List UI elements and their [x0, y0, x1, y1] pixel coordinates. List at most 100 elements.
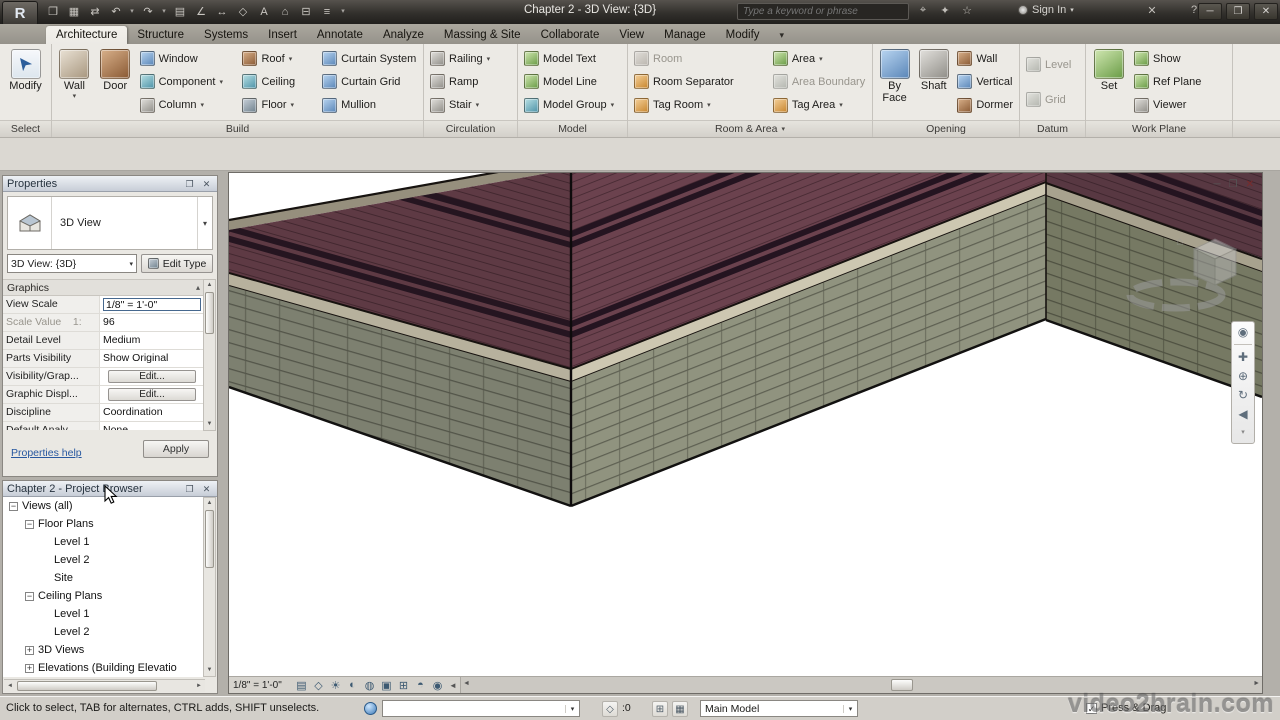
door-button[interactable]: Door	[96, 46, 135, 118]
exclude-options-icon[interactable]: ◇	[602, 701, 618, 717]
worksets-icon[interactable]	[364, 702, 377, 715]
prop-row-visibility-graphics[interactable]: Visibility/Grap... Edit...	[3, 368, 204, 386]
browser-close-icon[interactable]: ✕	[200, 483, 213, 495]
sun-path-icon[interactable]: ☀	[327, 679, 344, 692]
navbar-expand-icon[interactable]: ▾	[1241, 426, 1245, 440]
tab-view[interactable]: View	[609, 26, 654, 44]
tab-collaborate[interactable]: Collaborate	[531, 26, 610, 44]
column-dropdown-icon[interactable]: ▾	[201, 101, 205, 109]
grid-button[interactable]: Grid	[1023, 89, 1082, 111]
prop-row-detail-level[interactable]: Detail Level Medium	[3, 332, 204, 350]
view-restore-icon[interactable]: ❐	[1229, 179, 1238, 190]
aligned-dimension-icon[interactable]: ↔	[213, 3, 231, 21]
orbit-icon[interactable]: ↻	[1238, 388, 1248, 402]
dormer-button[interactable]: Dormer	[954, 94, 1016, 116]
tab-manage[interactable]: Manage	[654, 26, 716, 44]
tree-item-ceiling-level-2[interactable]: Level 2	[3, 623, 204, 641]
expander-icon[interactable]	[25, 591, 34, 601]
view-minimize-icon[interactable]: ─	[1214, 179, 1221, 190]
model-canvas[interactable]: ─ ❐ ✕ ⌂ ◉ ✚ ⊕ ↻ ◀ ▾	[229, 173, 1262, 676]
drawing-area[interactable]: ─ ❐ ✕ ⌂ ◉ ✚ ⊕ ↻ ◀ ▾ 1/8" = 1'-0" ▤ ◇ ☀ ◐…	[228, 172, 1263, 694]
application-menu-button[interactable]: R	[2, 1, 38, 26]
apply-button[interactable]: Apply	[143, 440, 209, 458]
graphic-display-edit-button[interactable]: Edit...	[108, 388, 196, 401]
ceiling-button[interactable]: Ceiling	[239, 71, 317, 93]
room-area-panel-dropdown-icon[interactable]: ▾	[781, 125, 785, 133]
component-dropdown-icon[interactable]: ▾	[219, 78, 223, 86]
properties-pin-icon[interactable]: ❐	[183, 178, 196, 190]
collapse-arrow-icon[interactable]: ◄	[446, 681, 460, 690]
model-line-button[interactable]: Model Line	[521, 71, 624, 93]
panel-label-work-plane[interactable]: Work Plane	[1086, 120, 1232, 137]
tree-item-ceiling-plans[interactable]: Ceiling Plans	[3, 587, 204, 605]
ref-plane-button[interactable]: Ref Plane	[1131, 71, 1227, 93]
railing-dropdown-icon[interactable]: ▾	[487, 55, 491, 63]
browser-pin-icon[interactable]: ❐	[183, 483, 196, 495]
set-work-plane-button[interactable]: Set	[1089, 46, 1129, 118]
tree-item-site[interactable]: Site	[3, 569, 204, 587]
undo-icon[interactable]: ↶	[107, 3, 125, 21]
wall-dropdown-icon[interactable]: ▾	[73, 93, 77, 101]
panel-label-circulation[interactable]: Circulation	[424, 120, 517, 137]
redo-icon[interactable]: ↷	[139, 3, 157, 21]
window-button[interactable]: Window	[137, 48, 238, 70]
browser-v-scrollbar[interactable]: ▲ ▼	[203, 497, 216, 677]
model-group-dropdown-icon[interactable]: ▾	[611, 101, 615, 109]
panel-label-room-area[interactable]: Room & Area ▾	[628, 120, 872, 137]
open-icon[interactable]: ❐	[44, 3, 62, 21]
panel-label-datum[interactable]: Datum	[1020, 120, 1085, 137]
tree-item-3d-views[interactable]: 3D Views	[3, 641, 204, 659]
view-select[interactable]: 3D View: {3D} ▾	[7, 254, 137, 273]
level-button[interactable]: Level	[1023, 54, 1082, 76]
area-boundary-button[interactable]: Area Boundary	[770, 71, 869, 93]
panel-label-model[interactable]: Model	[518, 120, 627, 137]
column-button[interactable]: Column ▾	[137, 94, 238, 116]
show-crop-icon[interactable]: ⊞	[395, 679, 412, 692]
editable-only-icon[interactable]: ⊞	[652, 701, 668, 717]
area-button[interactable]: Area ▾	[770, 48, 869, 70]
rewind-icon[interactable]: ◀	[1238, 407, 1247, 421]
tab-insert[interactable]: Insert	[258, 26, 307, 44]
show-work-plane-button[interactable]: Show	[1131, 48, 1227, 70]
edit-type-button[interactable]: Edit Type	[141, 254, 213, 273]
save-icon[interactable]: ▦	[65, 3, 83, 21]
view-scale-value[interactable]: 1/8" = 1'-0"	[103, 298, 201, 311]
floor-button[interactable]: Floor ▾	[239, 94, 317, 116]
section-icon[interactable]: ⊟	[297, 3, 315, 21]
room-button[interactable]: Room	[631, 48, 768, 70]
properties-help-link[interactable]: Properties help	[11, 447, 82, 459]
vertical-opening-button[interactable]: Vertical	[954, 71, 1016, 93]
favorites-icon[interactable]: ☆	[958, 4, 976, 17]
curtain-system-button[interactable]: Curtain System	[319, 48, 420, 70]
qat-customize-icon[interactable]: ▾	[339, 3, 347, 21]
crop-view-icon[interactable]: ▣	[378, 679, 395, 692]
expander-icon[interactable]	[25, 645, 34, 655]
browser-h-scrollbar[interactable]: ◄ ►	[4, 679, 205, 692]
minimize-button[interactable]: ─	[1198, 3, 1222, 20]
tab-structure[interactable]: Structure	[127, 26, 194, 44]
communication-center-icon[interactable]: ✦	[936, 4, 954, 17]
redo-dropdown-icon[interactable]: ▾	[160, 3, 168, 21]
thin-lines-icon[interactable]: ≡	[318, 3, 336, 21]
tag-room-dropdown-icon[interactable]: ▾	[707, 101, 711, 109]
stair-button[interactable]: Stair ▾	[427, 94, 514, 116]
ramp-button[interactable]: Ramp	[427, 71, 514, 93]
wall-button[interactable]: Wall ▾	[55, 46, 94, 118]
parts-visibility-value[interactable]: Show Original	[100, 350, 204, 367]
roof-button[interactable]: Roof ▾	[239, 48, 317, 70]
room-separator-button[interactable]: Room Separator	[631, 71, 768, 93]
curtain-grid-button[interactable]: Curtain Grid	[319, 71, 420, 93]
roof-dropdown-icon[interactable]: ▾	[289, 55, 293, 63]
tree-item-level-2[interactable]: Level 2	[3, 551, 204, 569]
sign-in-button[interactable]: Sign In ▾	[1018, 4, 1074, 16]
discipline-value[interactable]: Coordination	[100, 404, 204, 421]
panel-label-select[interactable]: Select	[0, 120, 51, 137]
undo-dropdown-icon[interactable]: ▾	[128, 3, 136, 21]
scale-button[interactable]: 1/8" = 1'-0"	[229, 680, 293, 691]
area-dropdown-icon[interactable]: ▾	[819, 55, 823, 63]
properties-scrollbar[interactable]: ▲ ▼	[203, 279, 216, 431]
measure-icon[interactable]: ∠	[192, 3, 210, 21]
opening-by-face-button[interactable]: By Face	[876, 46, 913, 118]
scroll-left-icon[interactable]: ◄	[4, 681, 16, 692]
sync-icon[interactable]: ⇄	[86, 3, 104, 21]
